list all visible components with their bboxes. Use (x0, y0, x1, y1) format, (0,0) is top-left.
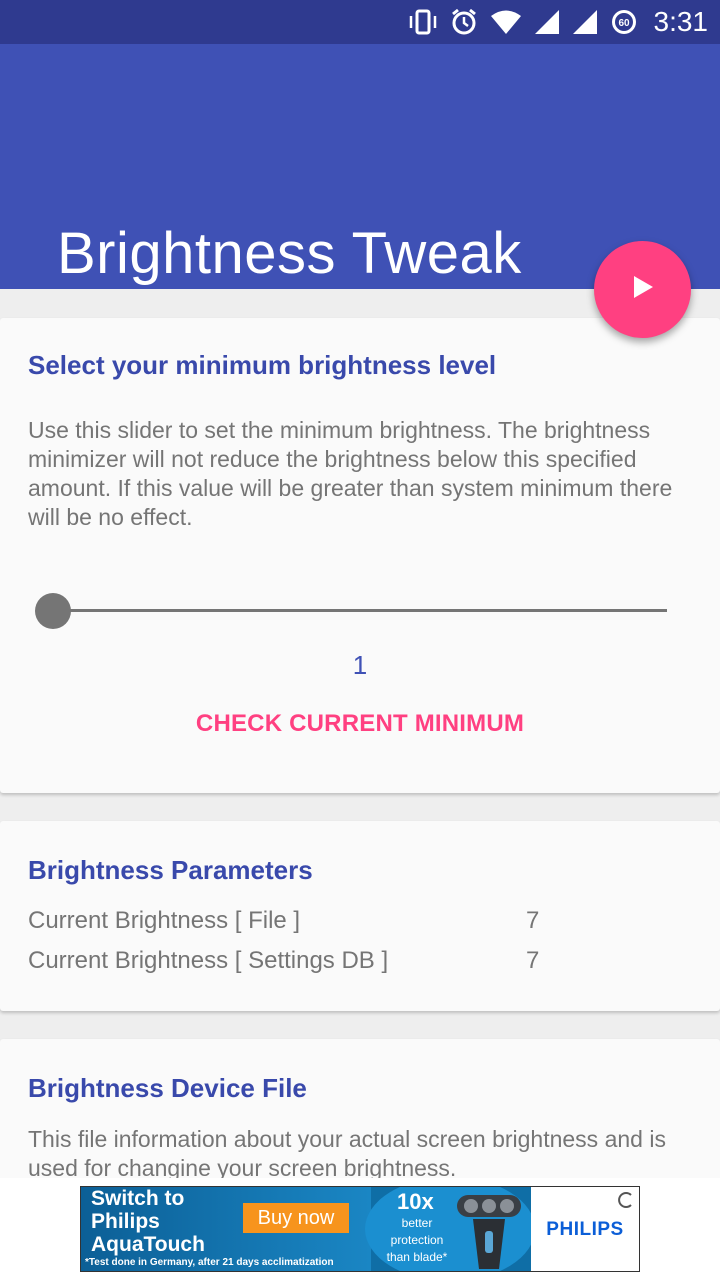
shaver-product-icon (449, 1191, 529, 1271)
ad-area: Switch to Philips AquaTouch Buy now *Tes… (0, 1178, 720, 1280)
param-label-file: Current Brightness [ File ] (28, 907, 301, 934)
play-fab-button[interactable] (594, 241, 691, 338)
ad-claim-big: 10x (397, 1189, 434, 1214)
battery-level: 60 (618, 18, 630, 29)
ad-disclaimer: *Test done in Germany, after 21 days acc… (85, 1257, 334, 1268)
wifi-icon (490, 9, 522, 35)
brightness-slider-thumb[interactable] (35, 593, 71, 629)
ad-buy-now-button[interactable]: Buy now (243, 1203, 349, 1233)
brightness-slider-track[interactable] (53, 609, 667, 612)
vibrate-icon (408, 9, 438, 35)
clock: 3:31 (653, 6, 709, 37)
min-brightness-description: Use this slider to set the minimum brigh… (28, 417, 673, 530)
ad-choices-icon[interactable] (617, 1191, 635, 1209)
alarm-icon (450, 8, 478, 36)
ad-banner[interactable]: Switch to Philips AquaTouch Buy now *Tes… (80, 1186, 640, 1272)
min-brightness-card: Select your minimum brightness level Use… (0, 318, 720, 793)
min-brightness-title: Select your minimum brightness level (28, 350, 497, 380)
status-bar: 60 3:31 (0, 0, 720, 44)
signal-icon (572, 9, 598, 35)
device-file-title: Brightness Device File (28, 1073, 307, 1103)
device-file-description: This file information about your actual … (28, 1126, 666, 1181)
param-value-settings-db: 7 (526, 947, 540, 974)
signal-icon (534, 9, 560, 35)
app-title: Brightness Tweak (57, 221, 522, 286)
ad-claim-small: better protection than blade* (386, 1216, 448, 1264)
parameters-title: Brightness Parameters (28, 855, 313, 885)
param-label-settings-db: Current Brightness [ Settings DB ] (28, 947, 389, 974)
check-current-minimum-button[interactable]: CHECK CURRENT MINIMUM (0, 710, 720, 738)
slider-value: 1 (352, 650, 368, 680)
play-icon (632, 275, 654, 304)
ad-brand-logo: PHILIPS (546, 1219, 624, 1240)
ad-headline: Switch to Philips AquaTouch (91, 1187, 205, 1256)
brightness-parameters-card: Brightness Parameters Current Brightness… (0, 821, 720, 1011)
param-value-file: 7 (526, 907, 540, 934)
battery-saver-icon: 60 (610, 8, 638, 36)
